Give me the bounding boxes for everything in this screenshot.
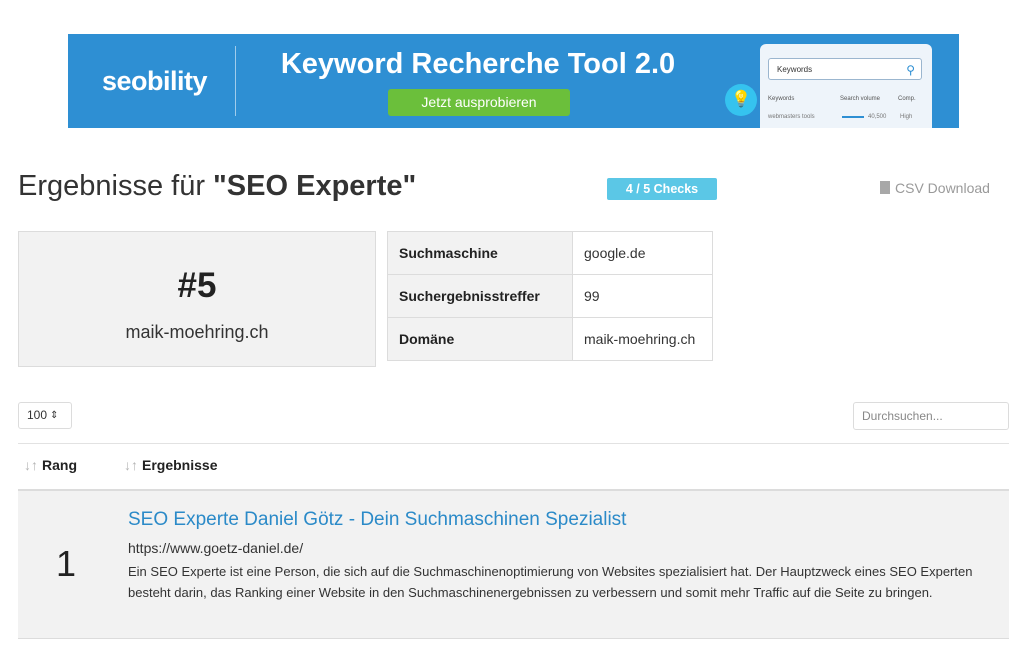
info-key: Suchmaschine [387, 231, 573, 275]
sort-icon: ↓↑ [24, 457, 38, 473]
sort-icon: ↓↑ [124, 457, 138, 473]
page-size-value: 100 [27, 408, 48, 422]
table-top-divider [18, 443, 1009, 444]
page-title: Ergebnisse für "SEO Experte" [18, 170, 416, 203]
info-row: Suchmaschine google.de [387, 231, 713, 275]
column-header-results[interactable]: ↓↑ Ergebnisse [124, 457, 217, 473]
title-query: "SEO Experte" [213, 170, 417, 202]
table-row: 1 SEO Experte Daniel Götz - Dein Suchmas… [18, 491, 1009, 639]
banner-tool-preview: Keywords ⚲ Keywords Search volume Comp. … [760, 44, 932, 128]
checks-badge: 4 / 5 Checks [607, 178, 717, 200]
column-header-results-label: Ergebnisse [142, 457, 218, 473]
result-title-link[interactable]: SEO Experte Daniel Götz - Dein Suchmasch… [128, 509, 626, 531]
search-icon: ⚲ [906, 63, 915, 77]
ranking-position: #5 [177, 266, 217, 305]
info-row: Suchergebnisstreffer 99 [387, 274, 713, 318]
info-table: Suchmaschine google.de Suchergebnisstref… [387, 231, 713, 361]
preview-row-volume: 40,500 [868, 114, 887, 120]
ranking-summary: #5 maik-moehring.ch [18, 231, 376, 367]
preview-search-box: Keywords ⚲ [768, 58, 922, 80]
column-header-rank-label: Rang [42, 457, 77, 473]
preview-row-keyword: webmasters tools [768, 114, 815, 120]
banner-logo: seobility [102, 66, 208, 96]
csv-download-label: CSV Download [895, 180, 990, 196]
info-key: Suchergebnisstreffer [387, 274, 573, 318]
banner-headline: Keyword Recherche Tool 2.0 [280, 48, 676, 80]
file-icon [880, 181, 890, 194]
page-size-select[interactable]: 100 ⇕ [18, 402, 72, 429]
promo-banner[interactable]: seobility Keyword Recherche Tool 2.0 Jet… [68, 34, 959, 128]
lightbulb-icon: 💡 [725, 84, 757, 116]
table-search-input[interactable] [853, 402, 1009, 430]
preview-col-volume: Search volume [840, 96, 881, 102]
info-value: google.de [572, 231, 713, 275]
result-url: https://www.goetz-daniel.de/ [128, 540, 304, 556]
info-value: 99 [572, 274, 713, 318]
preview-col-keywords: Keywords [768, 96, 795, 102]
preview-search-text: Keywords [777, 65, 813, 74]
title-prefix: Ergebnisse für [18, 170, 214, 202]
preview-col-comp: Comp. [898, 96, 916, 102]
info-key: Domäne [387, 317, 573, 361]
banner-divider [235, 46, 236, 116]
info-row: Domäne maik-moehring.ch [387, 317, 713, 361]
preview-row-comp: High [900, 114, 913, 120]
banner-cta-button[interactable]: Jetzt ausprobieren [388, 89, 570, 116]
result-rank: 1 [56, 543, 77, 584]
chevron-updown-icon: ⇕ [50, 410, 59, 421]
ranking-domain: maik-moehring.ch [125, 322, 269, 342]
column-header-rank[interactable]: ↓↑ Rang [24, 457, 77, 473]
preview-volume-bar [842, 116, 864, 118]
csv-download-link[interactable]: CSV Download [880, 180, 990, 196]
info-value: maik-moehring.ch [572, 317, 713, 361]
result-description: Ein SEO Experte ist eine Person, die sic… [128, 564, 973, 600]
